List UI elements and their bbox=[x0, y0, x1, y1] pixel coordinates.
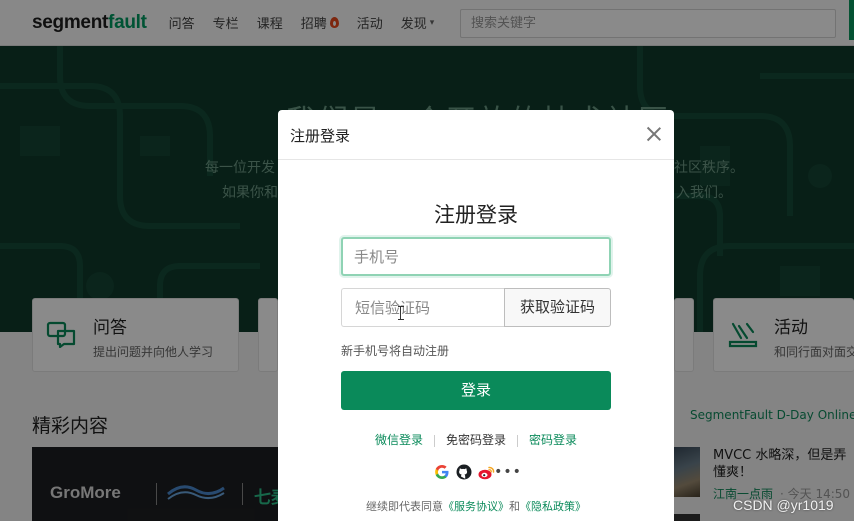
no-password-login-link[interactable]: 免密码登录 bbox=[435, 431, 517, 448]
google-icon[interactable] bbox=[433, 463, 451, 481]
more-icon[interactable]: ••• bbox=[494, 463, 521, 481]
github-icon[interactable] bbox=[455, 463, 473, 481]
password-login-link[interactable]: 密码登录 bbox=[518, 431, 588, 448]
social-login-icons: ••• bbox=[433, 462, 521, 482]
alt-login-links: 微信登录 免密码登录 密码登录 bbox=[278, 431, 674, 448]
get-code-button[interactable]: 获取验证码 bbox=[504, 288, 611, 327]
text-cursor-icon bbox=[398, 306, 404, 320]
phone-input[interactable] bbox=[341, 237, 611, 276]
modal-title: 注册登录 bbox=[290, 127, 351, 145]
privacy-policy-link[interactable]: 《隐私政策》 bbox=[520, 500, 586, 513]
agreement-prefix: 继续即代表同意 bbox=[366, 500, 443, 513]
close-icon[interactable] bbox=[644, 124, 664, 144]
modal-header: 注册登录 bbox=[278, 110, 674, 160]
weibo-icon[interactable] bbox=[477, 463, 495, 481]
agreement-text: 继续即代表同意《服务协议》和《隐私政策》 bbox=[278, 498, 674, 514]
auto-register-hint: 新手机号将自动注册 bbox=[341, 344, 450, 358]
agreement-and: 和 bbox=[509, 500, 520, 513]
wechat-login-link[interactable]: 微信登录 bbox=[364, 431, 434, 448]
sms-code-input[interactable] bbox=[341, 288, 504, 327]
login-heading: 注册登录 bbox=[434, 203, 518, 227]
watermark: CSDN @yr1019 bbox=[733, 497, 834, 513]
service-agreement-link[interactable]: 《服务协议》 bbox=[443, 500, 509, 513]
login-button[interactable]: 登录 bbox=[341, 371, 611, 410]
login-modal: 注册登录 注册登录 获取验证码 新手机号将自动注册 登录 微信登录免密码登录密码… bbox=[278, 110, 674, 521]
